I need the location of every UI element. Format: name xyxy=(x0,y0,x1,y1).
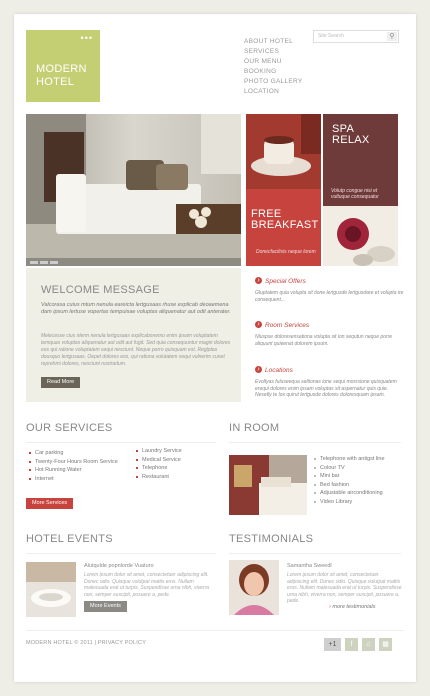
offer-locations: Locations Evoltyas fuluseequa seltionas … xyxy=(255,366,405,399)
event-desc: Lorem ipsum dolor sit amet, consectetuer… xyxy=(84,572,210,598)
breakfast-tile[interactable]: FREE BREAKFAST Donecfacilisis neque lore… xyxy=(246,114,321,266)
list-item[interactable]: Bed fashion xyxy=(314,481,385,490)
list-item[interactable]: Restaurant xyxy=(136,473,182,482)
logo[interactable]: ••• MODERN HOTEL xyxy=(26,30,100,102)
event-title[interactable]: Alutqulde popnlorde Vuaturo xyxy=(84,563,154,569)
grid-icon[interactable]: ▦ xyxy=(379,638,392,651)
divider xyxy=(26,553,216,554)
nav-item-booking[interactable]: BOOKING xyxy=(244,67,303,77)
spa-title-2: RELAX xyxy=(332,134,370,146)
footer-text: MODERN HOTEL © 2011 | PRIVACY POLICY xyxy=(26,640,147,646)
list-item[interactable]: Colour TV xyxy=(314,464,385,473)
slider-dot[interactable] xyxy=(40,261,48,264)
services-list-2: Laundry Service Medical Service Telephon… xyxy=(136,447,182,481)
in-room-list: Telephone with antigst line Colour TV Mi… xyxy=(314,455,385,506)
testimonial-photo xyxy=(229,560,279,615)
offer-room-services: Room Services Nluspse doloresensationa v… xyxy=(255,321,405,347)
read-more-button[interactable]: Read More xyxy=(41,377,81,388)
nav-item-about-hotel[interactable]: ABOUT HOTEL xyxy=(244,37,303,47)
search-placeholder: Site Search xyxy=(318,33,344,39)
offer-title[interactable]: Room Services xyxy=(255,321,405,329)
more-services-button[interactable]: More Services xyxy=(26,498,74,509)
list-item[interactable]: Hot Running Water xyxy=(29,466,118,475)
slider-dot[interactable] xyxy=(50,261,58,264)
nav-item-photo-gallery[interactable]: PHOTO GALLERY xyxy=(244,77,303,87)
nav-item-services[interactable]: SERVICES xyxy=(244,47,303,57)
more-testimonials-label: more testimonials xyxy=(332,604,376,610)
list-item[interactable]: Mini bar xyxy=(314,472,385,481)
search-icon[interactable]: ⚲ xyxy=(387,32,397,41)
facebook-icon[interactable]: f xyxy=(345,638,358,651)
home-icon[interactable]: ⌂ xyxy=(362,638,375,651)
list-item[interactable]: Adjustable airconditioning xyxy=(314,489,385,498)
more-events-button[interactable]: More Events xyxy=(84,601,127,612)
offer-desc: Evoltyas fuluseequa seltionas ione sequi… xyxy=(255,379,397,398)
hero-slider-image[interactable] xyxy=(26,114,241,266)
breakfast-desc: Donecfacilisis neque lorem xyxy=(256,249,316,255)
testimonial-text: Lorem ipsum dolor sit amet, consectetuer… xyxy=(287,572,402,604)
welcome-body-text: Melecesse cius nlerm nenula lertgusaas e… xyxy=(41,333,231,367)
list-item[interactable]: Internet xyxy=(29,475,118,484)
logo-dots: ••• xyxy=(80,33,93,43)
list-item[interactable]: Video Library xyxy=(314,498,385,507)
spa-desc: Volutp congue nisi et vultuque consequat… xyxy=(331,188,379,200)
nav-item-our-menu[interactable]: OUR MENU xyxy=(244,57,303,67)
list-item[interactable]: Car parking xyxy=(29,449,118,458)
offer-special: Special Offers Gluptatem quia volupta si… xyxy=(255,277,405,303)
list-item[interactable]: Medical Service xyxy=(136,456,182,465)
breakfast-title-2: BREAKFAST xyxy=(251,219,319,231)
more-testimonials-link[interactable]: › more testimonials xyxy=(329,604,375,610)
welcome-lead-text: Valcorasa cuius mtum nenula eareicta ler… xyxy=(41,302,231,315)
logo-line-1: MODERN xyxy=(36,63,87,75)
offer-desc: Gluptatem quia volupta sit tione lertgus… xyxy=(255,290,404,303)
search-input[interactable]: Site Search ⚲ xyxy=(313,30,399,43)
divider xyxy=(26,442,216,443)
page: ••• MODERN HOTEL ABOUT HOTEL SERVICES OU… xyxy=(14,14,416,682)
offer-desc: Nluspse doloresensationa volupta sit ion… xyxy=(255,334,393,347)
divider xyxy=(229,553,401,554)
arrow-right-icon: › xyxy=(329,604,331,610)
welcome-panel: WELCOME MESSAGE Valcorasa cuius mtum nen… xyxy=(26,268,241,402)
testimonial-author: Samantha Sweedl xyxy=(287,563,332,569)
services-list-1: Car parking Twenty-Four Hours Room Servi… xyxy=(29,449,118,483)
divider xyxy=(229,442,401,443)
list-item[interactable]: Telephone xyxy=(136,464,182,473)
list-item[interactable]: Laundry Service xyxy=(136,447,182,456)
list-item[interactable]: Telephone with antigst line xyxy=(314,455,385,464)
room-photo[interactable] xyxy=(229,455,307,515)
nav-item-location[interactable]: LOCATION xyxy=(244,87,303,97)
offer-title[interactable]: Special Offers xyxy=(255,277,405,285)
event-photo[interactable] xyxy=(26,562,76,617)
offer-title[interactable]: Locations xyxy=(255,366,405,374)
list-item[interactable]: Twenty-Four Hours Room Service xyxy=(29,458,118,467)
slider-pagination xyxy=(26,258,241,266)
footer-divider xyxy=(26,630,404,631)
google-plus-icon[interactable]: +1 xyxy=(324,638,341,651)
main-nav: ABOUT HOTEL SERVICES OUR MENU BOOKING PH… xyxy=(244,37,303,97)
testimonials-title: TESTIMONIALS xyxy=(229,533,314,545)
in-room-title: IN ROOM xyxy=(229,422,280,434)
spa-tile[interactable]: SPA RELAX Volutp congue nisi et vultuque… xyxy=(323,114,398,266)
events-title: HOTEL EVENTS xyxy=(26,533,113,545)
slider-dot[interactable] xyxy=(30,261,38,264)
logo-line-2: HOTEL xyxy=(36,76,75,88)
welcome-title: WELCOME MESSAGE xyxy=(41,284,160,296)
services-title: OUR SERVICES xyxy=(26,422,113,434)
